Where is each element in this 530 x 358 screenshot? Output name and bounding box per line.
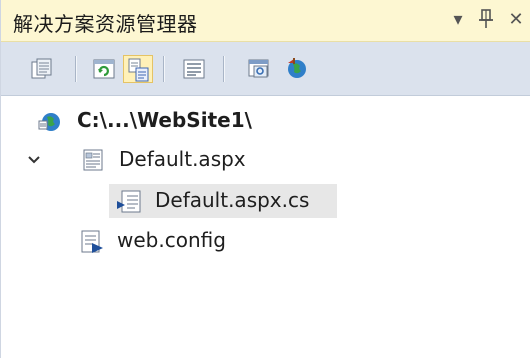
refresh-button[interactable] <box>89 55 119 83</box>
panel-title: 解决方案资源管理器 <box>13 12 198 36</box>
solution-explorer-panel: 解决方案资源管理器 ▾ ✕ C:\...\WebSite1\ Default.a… <box>0 0 530 358</box>
website-globe-icon <box>37 109 63 137</box>
web-config-label: web.config <box>117 228 226 252</box>
default-aspx-label: Default.aspx <box>119 147 246 171</box>
toolbar-separator <box>223 56 225 82</box>
cs-file-icon <box>115 189 143 219</box>
refresh-icon <box>93 59 115 79</box>
aspx-page-icon <box>81 148 105 176</box>
toolbar-separator <box>163 56 165 82</box>
view-code-button[interactable] <box>179 55 209 83</box>
tree-node-default-aspx[interactable]: Default.aspx <box>1 143 530 177</box>
view-designer-button[interactable] <box>245 55 275 83</box>
copy-website-icon <box>288 58 306 78</box>
title-bar: 解决方案资源管理器 ▾ ✕ <box>1 0 530 42</box>
properties-icon <box>31 58 52 79</box>
properties-button[interactable] <box>27 55 57 83</box>
tree-node-default-aspx-cs[interactable]: Default.aspx.cs <box>1 184 530 218</box>
root-label: C:\...\WebSite1\ <box>77 108 252 132</box>
copy-website-button[interactable] <box>281 55 311 83</box>
default-aspx-cs-label: Default.aspx.cs <box>155 188 310 212</box>
toolbar-separator <box>75 56 77 82</box>
tree-node-web-config[interactable]: web.config <box>1 224 530 258</box>
auto-hide-pin-icon[interactable] <box>475 8 497 32</box>
solution-tree: C:\...\WebSite1\ Default.aspx Default.as… <box>1 96 530 358</box>
tree-node-root[interactable]: C:\...\WebSite1\ <box>1 104 530 138</box>
view-code-icon <box>183 59 205 79</box>
nest-related-files-button[interactable] <box>123 55 153 83</box>
window-position-dropdown-icon[interactable]: ▾ <box>447 8 469 32</box>
view-designer-icon <box>248 59 269 78</box>
chevron-down-icon[interactable] <box>27 153 41 167</box>
config-file-icon <box>79 229 105 259</box>
close-icon[interactable]: ✕ <box>505 8 527 32</box>
nest-related-files-icon <box>128 58 149 82</box>
toolbar <box>1 42 530 96</box>
